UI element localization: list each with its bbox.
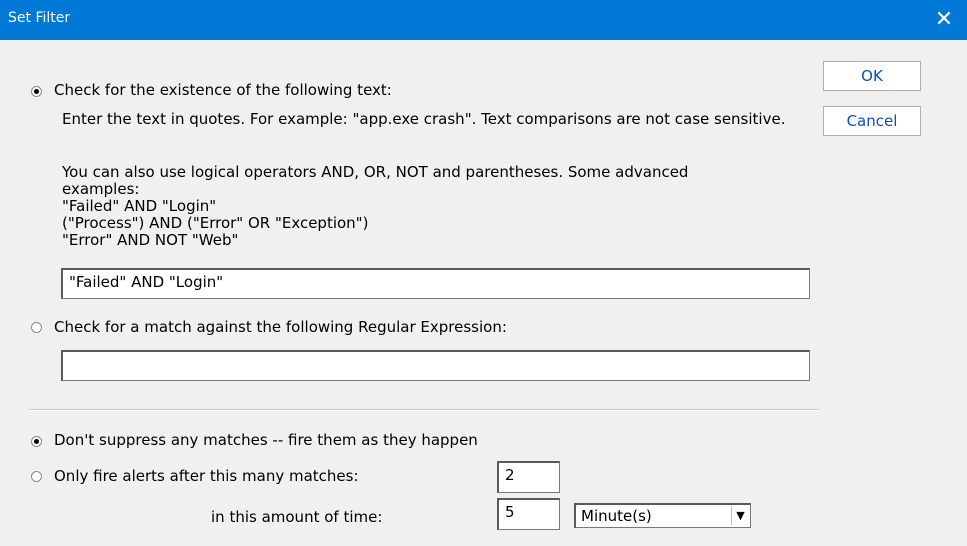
close-icon[interactable]: ✕ <box>929 5 959 35</box>
text-existence-label: Check for the existence of the following… <box>54 81 392 99</box>
only-fire-label: Only fire alerts after this many matches… <box>54 467 359 485</box>
match-count-input[interactable]: 2 <box>497 461 560 493</box>
separator <box>29 409 819 411</box>
example-1: "Failed" AND "Login" <box>62 197 217 215</box>
regex-input[interactable] <box>61 350 810 381</box>
window-title: Set Filter <box>8 10 71 26</box>
operators-description: You can also use logical operators AND, … <box>62 164 802 249</box>
text-filter-input[interactable]: "Failed" AND "Login" <box>61 268 810 299</box>
time-label: in this amount of time: <box>211 508 383 526</box>
title-bar: Set Filter ✕ <box>0 0 967 40</box>
time-unit-value: Minute(s) <box>581 507 652 525</box>
no-suppress-radio[interactable] <box>31 436 42 447</box>
operators-line-2: examples: <box>62 180 140 198</box>
example-3: "Error" AND NOT "Web" <box>62 231 239 249</box>
only-fire-radio[interactable] <box>31 471 42 482</box>
regex-radio[interactable] <box>31 322 42 333</box>
time-amount-input[interactable]: 5 <box>497 498 560 530</box>
ok-button[interactable]: OK <box>823 61 921 91</box>
regex-label: Check for a match against the following … <box>54 318 507 336</box>
operators-line-1: You can also use logical operators AND, … <box>62 163 689 181</box>
no-suppress-label: Don't suppress any matches -- fire them … <box>54 431 478 449</box>
example-2: ("Process") AND ("Error" OR "Exception") <box>62 214 369 232</box>
chevron-down-icon[interactable]: ▼ <box>731 506 749 525</box>
text-existence-description: Enter the text in quotes. For example: "… <box>62 110 786 128</box>
text-existence-radio[interactable] <box>31 86 42 97</box>
time-unit-select[interactable]: Minute(s) ▼ <box>574 503 751 528</box>
cancel-button[interactable]: Cancel <box>823 106 921 136</box>
